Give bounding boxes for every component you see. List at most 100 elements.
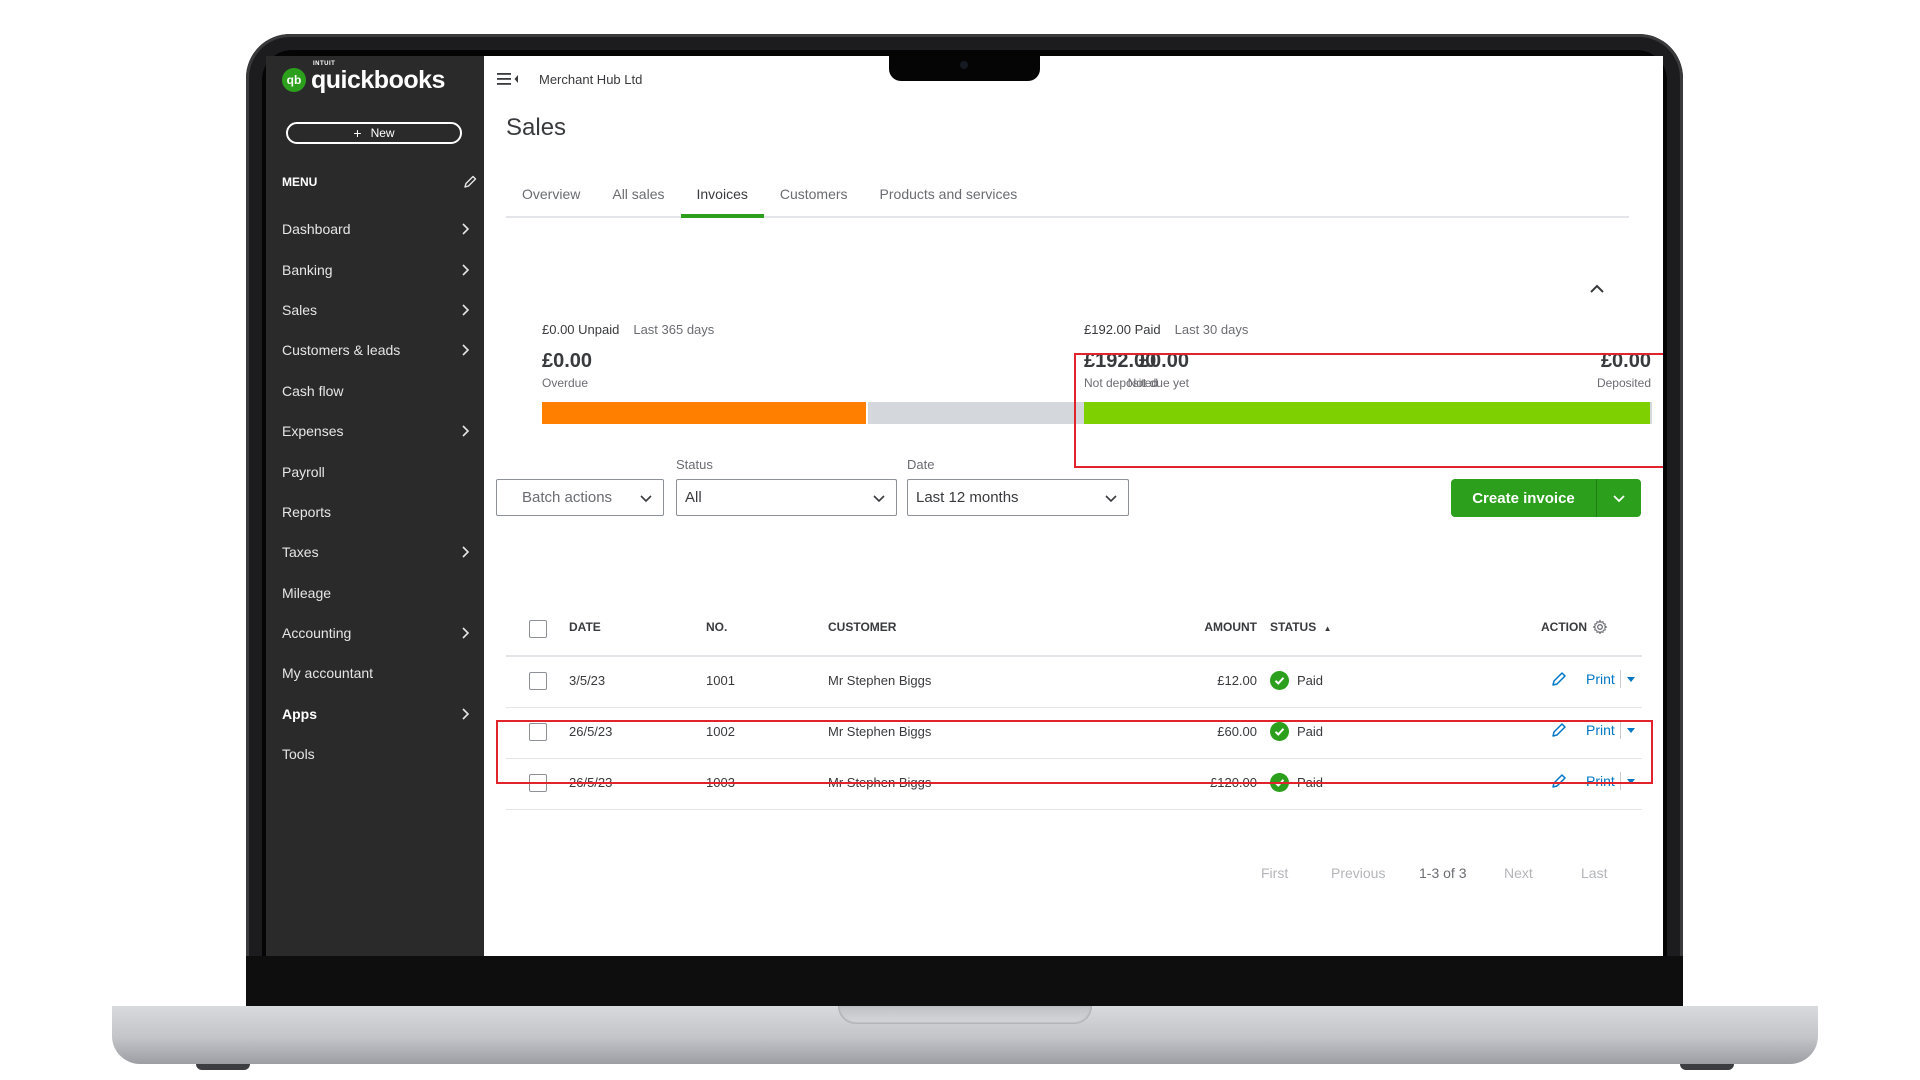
overdue-amount[interactable]: £0.00	[542, 350, 592, 373]
sidebar-item-label: Mileage	[282, 584, 332, 601]
date-filter-value: Last 12 months	[916, 489, 1019, 506]
sort-ascending-icon: ▲	[1323, 624, 1332, 633]
sidebar-item-dashboard[interactable]: Dashboard	[266, 209, 484, 249]
row-actions: Print	[1550, 670, 1636, 688]
sidebar-item-label: Expenses	[282, 423, 344, 440]
pagination-last[interactable]: Last	[1581, 865, 1607, 881]
sidebar-item-sales[interactable]: Sales	[266, 290, 484, 330]
sidebar-item-label: Customers & leads	[282, 342, 401, 359]
laptop-base-notch	[838, 1006, 1092, 1024]
status-filter-select[interactable]: All	[676, 479, 897, 516]
edit-pencil-icon[interactable]	[1550, 670, 1568, 688]
table-row[interactable]: 3/5/23 1001 Mr Stephen Biggs £12.00 Paid Prin…	[506, 656, 1642, 708]
sidebar-item-taxes[interactable]: Taxes	[266, 532, 484, 572]
new-button[interactable]: + New	[286, 122, 462, 144]
sidebar-item-mileage[interactable]: Mileage	[266, 573, 484, 613]
pagination-count: 1-3 of 3	[1419, 865, 1467, 881]
header-status[interactable]: STATUS ▲	[1270, 620, 1331, 634]
plus-icon: +	[353, 125, 362, 141]
header-action: ACTION	[1541, 620, 1587, 634]
overdue-label: Overdue	[542, 376, 589, 390]
header-date[interactable]: DATE	[569, 620, 601, 634]
sidebar-item-expenses[interactable]: Expenses	[266, 411, 484, 451]
create-invoice-label: Create invoice	[1472, 489, 1575, 507]
row-date: 3/5/23	[569, 673, 606, 688]
chevron-down-icon	[873, 494, 885, 502]
chevron-right-icon	[462, 223, 470, 235]
sidebar-item-customers-leads[interactable]: Customers & leads	[266, 330, 484, 370]
row-status: Paid	[1297, 673, 1324, 688]
menu-label: MENU	[282, 175, 318, 189]
print-link[interactable]: Print	[1586, 671, 1615, 687]
action-separator	[1619, 670, 1621, 688]
paid-summary-header: £192.00 Paid Last 30 days	[1084, 322, 1248, 337]
action-menu-caret-icon[interactable]	[1626, 674, 1636, 684]
sidebar-item-banking[interactable]: Banking	[266, 249, 484, 289]
sidebar-item-reports[interactable]: Reports	[266, 492, 484, 532]
invoice-table-header: DATE NO. CUSTOMER AMOUNT STATUS ▲ ACTION	[506, 604, 1642, 657]
collapse-menu-icon[interactable]	[496, 70, 520, 88]
laptop-chin	[246, 956, 1683, 1006]
header-amount[interactable]: AMOUNT	[1146, 620, 1257, 634]
paid-period: Last 30 days	[1174, 322, 1249, 337]
tab-invoices[interactable]: Invoices	[680, 176, 765, 218]
pagination-next[interactable]: Next	[1504, 865, 1533, 881]
row-number[interactable]: 1001	[706, 673, 735, 688]
unpaid-summary-header: £0.00 Unpaid Last 365 days	[542, 322, 714, 337]
sidebar-item-accounting[interactable]: Accounting	[266, 613, 484, 653]
collapse-summary-chevron-up-icon[interactable]	[1588, 280, 1606, 298]
paid-check-icon	[1270, 671, 1289, 690]
laptop-foot	[1680, 1064, 1734, 1070]
sidebar-item-label: Tools	[282, 746, 315, 763]
sidebar-item-tools[interactable]: Tools	[266, 734, 484, 774]
header-customer[interactable]: CUSTOMER	[828, 620, 896, 634]
header-number[interactable]: NO.	[706, 620, 727, 634]
sidebar-item-my-accountant[interactable]: My accountant	[266, 653, 484, 693]
sidebar-item-cash-flow[interactable]: Cash flow	[266, 371, 484, 411]
create-invoice-button[interactable]: Create invoice	[1451, 479, 1641, 517]
company-name[interactable]: Merchant Hub Ltd	[539, 72, 642, 87]
tab-products-and-services[interactable]: Products and services	[864, 176, 1034, 216]
date-filter-select[interactable]: Last 12 months	[907, 479, 1129, 516]
chevron-right-icon	[462, 344, 470, 356]
pagination-previous[interactable]: Previous	[1331, 865, 1385, 881]
status-filter-label: Status	[676, 457, 713, 472]
paid-summary-highlight-box	[1074, 353, 1663, 468]
sidebar-item-label: Taxes	[282, 544, 319, 561]
chevron-down-icon	[1105, 494, 1117, 502]
row-checkbox[interactable]	[529, 672, 547, 690]
brand-logo[interactable]: qb INTUIT quickbooks	[282, 61, 445, 96]
page-title: Sales	[506, 114, 567, 141]
header-status-label: STATUS	[1270, 620, 1317, 634]
sidebar-item-label: Accounting	[282, 625, 352, 642]
tab-overview[interactable]: Overview	[506, 176, 596, 216]
quickbooks-logo-icon: qb	[282, 68, 306, 92]
sidebar-item-apps[interactable]: Apps	[266, 694, 484, 734]
sidebar-item-label: Cash flow	[282, 382, 344, 399]
camera-notch	[889, 56, 1040, 81]
sidebar-nav: Dashboard Banking Sales Customers & leads Ca…	[266, 209, 484, 774]
table-settings-gear-icon[interactable]	[1592, 619, 1608, 635]
row-customer[interactable]: Mr Stephen Biggs	[828, 673, 931, 688]
edit-menu-pencil-icon[interactable]	[462, 174, 478, 190]
chevron-right-icon	[462, 264, 470, 276]
row-amount: £12.00	[1217, 673, 1257, 688]
select-all-checkbox[interactable]	[529, 620, 547, 638]
sidebar-item-label: Banking	[282, 261, 333, 278]
chevron-right-icon	[462, 708, 470, 720]
sidebar-item-label: Dashboard	[282, 221, 351, 238]
chevron-right-icon	[462, 627, 470, 639]
status-filter-value: All	[685, 489, 702, 506]
create-invoice-menu-button[interactable]	[1596, 479, 1641, 517]
sidebar: qb INTUIT quickbooks + New MENU Dashboar…	[266, 56, 484, 956]
app-window: qb INTUIT quickbooks + New MENU Dashboar…	[266, 56, 1663, 956]
laptop-foot	[196, 1064, 250, 1070]
sidebar-item-label: My accountant	[282, 665, 374, 682]
sidebar-item-payroll[interactable]: Payroll	[266, 451, 484, 491]
tab-customers[interactable]: Customers	[764, 176, 864, 216]
tab-all-sales[interactable]: All sales	[596, 176, 680, 216]
pagination-first[interactable]: First	[1261, 865, 1288, 881]
batch-actions-dropdown[interactable]: Batch actions	[496, 479, 664, 516]
sidebar-item-label: Reports	[282, 503, 332, 520]
sidebar-item-label: Payroll	[282, 463, 325, 480]
